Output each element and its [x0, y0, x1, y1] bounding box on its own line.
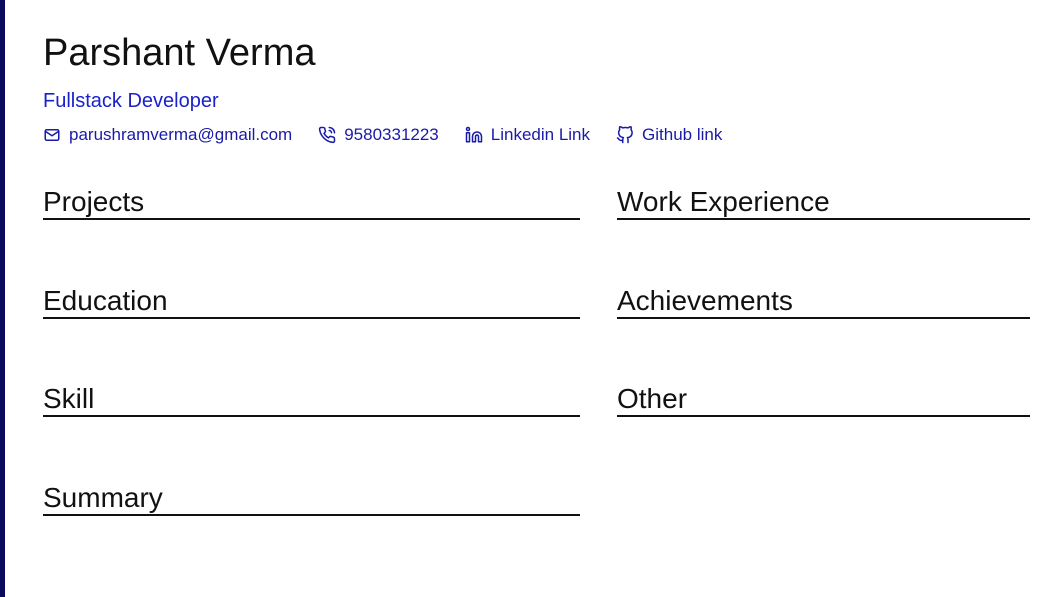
resume-header: Parshant Verma Fullstack Developer parus… — [43, 30, 1033, 146]
other-section: Other — [617, 383, 1030, 417]
work-experience-heading: Work Experience — [617, 186, 830, 217]
other-heading: Other — [617, 383, 688, 414]
candidate-role: Fullstack Developer — [43, 90, 219, 112]
achievements-section: Achievements — [617, 285, 1030, 319]
skill-heading: Skill — [43, 383, 95, 414]
candidate-name: Parshant Verma — [43, 32, 316, 74]
contact-row: parushramverma@gmail.com 9580331223 Link… — [43, 124, 1033, 146]
education-section: Education — [43, 285, 580, 319]
linkedin-link[interactable]: Linkedin Link — [465, 124, 590, 146]
github-link[interactable]: Github link — [616, 124, 722, 146]
mail-icon — [43, 126, 61, 144]
phone-link[interactable]: 9580331223 — [318, 124, 439, 146]
projects-section: Projects — [43, 186, 580, 220]
summary-section: Summary — [43, 482, 580, 516]
summary-heading: Summary — [43, 482, 163, 513]
projects-heading: Projects — [43, 186, 145, 217]
skill-section: Skill — [43, 383, 580, 417]
linkedin-text: Linkedin Link — [490, 125, 591, 144]
github-text: Github link — [642, 125, 723, 144]
achievements-heading: Achievements — [617, 285, 793, 316]
phone-icon — [318, 126, 336, 144]
email-link[interactable]: parushramverma@gmail.com — [43, 124, 292, 146]
resume-page: Parshant Verma Fullstack Developer parus… — [0, 0, 1052, 597]
left-accent-bar — [0, 0, 5, 597]
work-experience-section: Work Experience — [617, 186, 1030, 220]
github-icon — [616, 126, 634, 144]
phone-text: 9580331223 — [344, 125, 439, 144]
education-heading: Education — [43, 285, 168, 316]
linkedin-icon — [465, 126, 483, 144]
email-text: parushramverma@gmail.com — [69, 125, 293, 144]
